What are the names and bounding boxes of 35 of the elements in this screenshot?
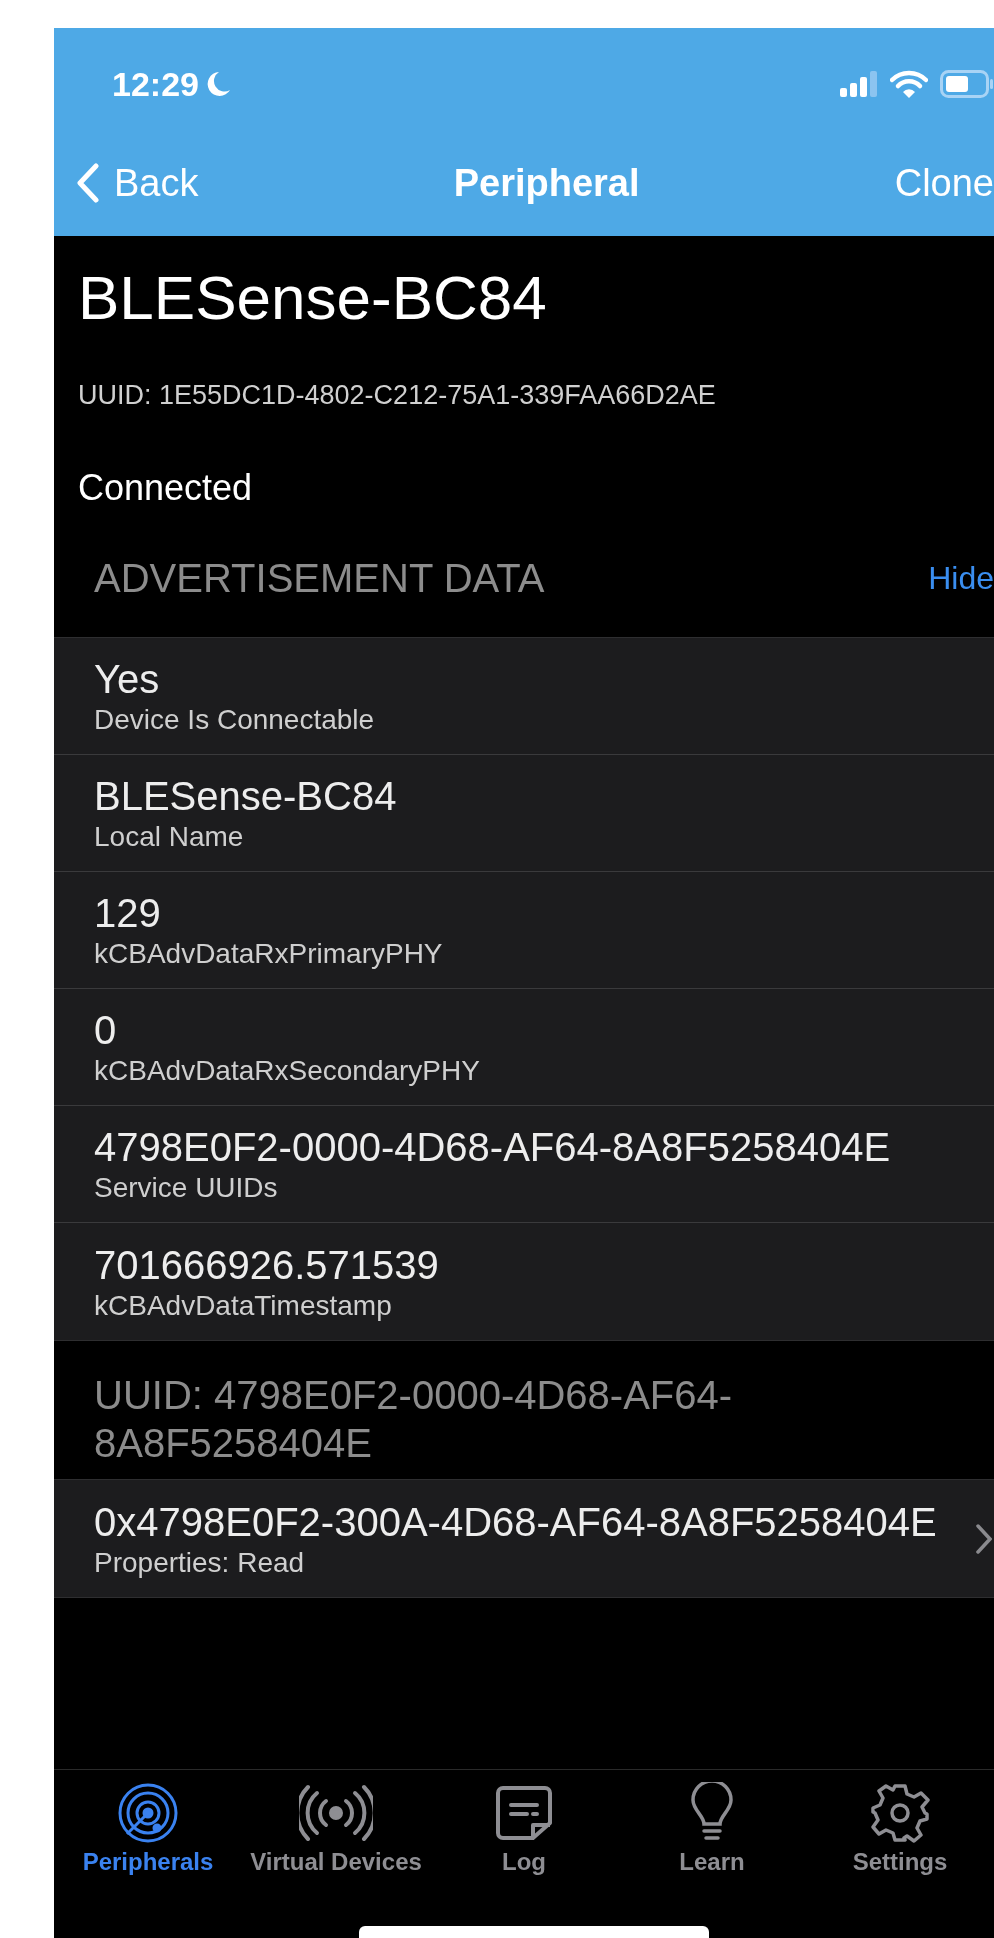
tab-button[interactable]: Peripherals	[54, 1782, 242, 1904]
gear-icon	[870, 1782, 930, 1844]
section-header: ADVERTISEMENT DATA	[94, 555, 545, 601]
row-label: kCBAdvDataTimestamp	[94, 1288, 393, 1323]
tab-button[interactable]: Virtual Devices	[242, 1782, 430, 1904]
tab-button[interactable]: Learn	[618, 1782, 806, 1904]
hide-link[interactable]: Hide	[928, 559, 994, 597]
broadcast-icon	[299, 1782, 373, 1844]
row-label: Service UUIDs	[94, 1171, 279, 1205]
connection-status: Connected	[78, 467, 254, 509]
row-label: Device Is Connectable	[94, 703, 375, 737]
tab-button[interactable]: Log	[430, 1782, 618, 1904]
status-time: 12:29	[112, 64, 199, 104]
row-value: 0x4798E0F2-300A-4D68-AF64-8A8F5258404E	[94, 1498, 937, 1546]
radar-icon	[117, 1782, 179, 1844]
tab-button[interactable]: Settings	[806, 1782, 994, 1904]
row-label: Local Name	[94, 820, 245, 854]
row-value: 129	[94, 890, 162, 937]
row-value: Yes	[94, 656, 161, 703]
wifi-icon	[890, 70, 928, 98]
device-uuid: UUID: 1E55DC1D-4802-C212-75A1-339FAA66D2AE	[78, 380, 717, 411]
battery-icon	[940, 70, 994, 98]
section-header: UUID: 4798E0F2-0000-4D68-AF64-8A8F5258404E	[94, 1372, 734, 1467]
chevron-right-icon	[976, 1523, 992, 1554]
row-label: Properties: Read	[94, 1545, 306, 1580]
device-name: BLESense-BC84	[78, 262, 548, 334]
screen-title: Peripheral	[453, 161, 640, 205]
row-value: 0	[94, 1007, 118, 1054]
signal-icon	[840, 71, 878, 97]
row-label: kCBAdvDataRxPrimaryPHY	[94, 937, 443, 971]
chevron-left-icon	[76, 163, 100, 203]
row-label: kCBAdvDataRxSecondaryPHY	[94, 1054, 480, 1088]
row-value: 4798E0F2-0000-4D68-AF64-8A8F5258404E	[94, 1124, 891, 1171]
row-value: BLESense-BC84	[94, 773, 397, 820]
row-value: 701666926.571539	[94, 1241, 439, 1289]
